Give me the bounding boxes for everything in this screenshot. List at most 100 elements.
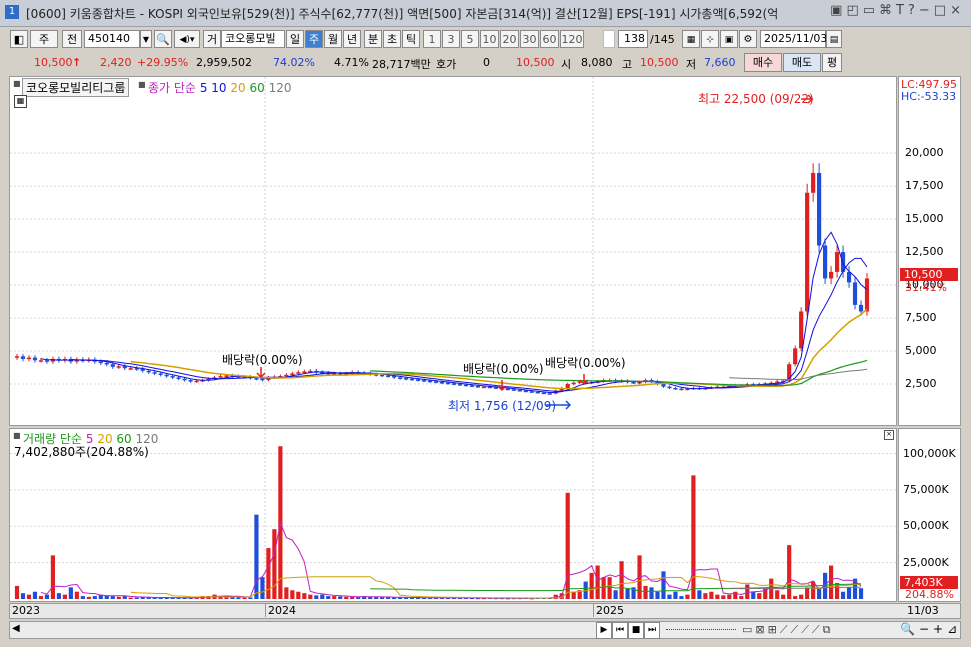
period-day[interactable]: 일 [286,30,304,48]
zoom-slider[interactable] [666,629,736,632]
market-select[interactable]: 주 [30,30,58,48]
price-chart-panel[interactable]: ■ 코오롱모빌리티그룹 ■ 종가 단순 5 10 20 60 120 ▦ 최고 … [9,76,897,426]
font-icon[interactable]: T [896,3,908,18]
georae-button[interactable]: 거 [203,30,221,48]
interval-10[interactable]: 10 [480,30,499,48]
volume-y-axis: 100,000K 75,000K 50,000K 25,000K 7,403K 204… [898,428,961,602]
prev-button[interactable]: 전 [62,30,82,48]
volume-bar [715,594,720,599]
table-toggle-icon[interactable]: ▦ [14,95,27,108]
volume-chart-panel[interactable]: ■ 거래량 단순 5 20 60 120 7,402,880주(204.88%)… [9,428,897,602]
candle-body [409,378,415,381]
last-bar-icon[interactable]: ⏭ [644,622,660,639]
candle-body [128,368,133,370]
volume-bar [14,585,20,599]
price-y-tick-label: 15,000 [905,212,944,226]
interval-60[interactable]: 60 [540,30,559,48]
candle-body [104,362,109,365]
code-dropdown-icon[interactable]: ▼ [140,30,152,48]
link-icon[interactable]: ⌘ [879,3,896,18]
volume-bar [781,594,786,599]
help-icon[interactable]: ? [908,3,919,18]
interval-1[interactable]: 1 [423,30,441,48]
volume-bar [703,593,708,599]
stock-name-tab[interactable]: 코오롱모빌리티그룹 [22,78,130,97]
zoom-controls[interactable]: 🔍−+⊿ [900,622,961,636]
crosshair-icon[interactable]: ⊹ [701,30,719,48]
layout-icon[interactable]: ▣ [830,3,846,18]
volume-y-tick-label: 25,000K [903,555,949,569]
candle-body [481,386,486,389]
candle-body [811,172,816,193]
panel-close-icon[interactable]: × [884,430,894,440]
panel-toggle-icon[interactable]: ◧ [10,30,28,48]
interval-120[interactable]: 120 [560,30,584,48]
stock-code-input[interactable]: 450140 [84,30,140,48]
volume-bar [817,588,822,599]
interval-30[interactable]: 30 [520,30,539,48]
candle-body [817,172,822,246]
chart-scrollbar[interactable]: ◀ ▶ ⏮ ■ ⏭ ▭⊠⊞⟋⟋⟋⟋⧉ 🔍−+⊿ [9,621,961,639]
volume-bar [38,596,44,599]
drawing-tools[interactable]: ▭⊠⊞⟋⟋⟋⟋⧉ [742,623,833,637]
interval-3[interactable]: 3 [442,30,460,48]
candle-body [673,387,678,390]
period-second[interactable]: 초 [383,30,401,48]
bar-count-input[interactable]: 138 [618,30,648,48]
candle-body [834,252,840,272]
search-icon[interactable]: 🔍 [154,30,172,48]
zoom-in-icon[interactable]: + [933,622,947,636]
close-icon[interactable]: × [950,3,965,18]
volume-pct: 74.02% [273,56,315,69]
period-year[interactable]: 년 [343,30,361,48]
maximize-icon[interactable]: □ [934,3,950,18]
price-y-tick-label: 20,000 [905,146,944,160]
pause-icon[interactable]: ■ [628,622,644,639]
stock-name-field[interactable]: 코오롱모빌 [221,30,285,48]
interval-dropdown-icon[interactable] [603,30,615,48]
period-week[interactable]: 주 [305,30,323,48]
volume-bar [152,597,157,599]
price-chart-svg[interactable] [10,77,896,425]
candle-body [457,384,463,386]
zoom-search-icon[interactable]: 🔍 [900,622,919,636]
zoom-fit-icon[interactable]: ⊿ [947,622,961,636]
period-tick[interactable]: 틱 [402,30,420,48]
volume-bar [50,555,56,599]
minimize-icon[interactable]: − [919,3,934,18]
scroll-left-icon[interactable]: ◀ [12,623,20,634]
interval-20[interactable]: 20 [500,30,519,48]
period-month[interactable]: 월 [324,30,342,48]
volume-bar [26,594,32,599]
buy-button[interactable]: 매수 [744,53,782,72]
candle-body [793,348,798,365]
hoga-price: 10,500 [516,56,555,69]
volume-bar [775,590,780,599]
price-y-axis: LC:497.95 HC:-53.33 20,000 17,500 15,000 12… [898,76,961,426]
candle-body [110,364,115,367]
candle-body [415,379,421,381]
window-titlebar: 1 [0600] 키움종합차트 - KOSPI 외국인보유[529(천)] 주식… [0,0,971,27]
volume-bar [811,581,816,599]
scroll-right-icon[interactable]: ▶ [596,622,612,639]
zoom-out-icon[interactable]: − [919,622,933,636]
copy-icon[interactable]: ▭ [863,3,879,18]
period-minute[interactable]: 분 [364,30,382,48]
date-input[interactable]: 2025/11/03 [760,30,827,48]
avg-button[interactable]: 평 [822,53,842,72]
volume-bar [374,597,379,599]
grid-icon[interactable]: ▦ [682,30,700,48]
volume-bar [80,596,85,599]
interval-5[interactable]: 5 [461,30,479,48]
ma-legend[interactable]: 종가 단순 5 10 20 60 120 [148,79,292,96]
first-bar-icon[interactable]: ⏮ [612,622,628,639]
speaker-icon[interactable]: ◀)▾ [174,30,200,48]
floppy-icon[interactable]: ▣ [720,30,738,48]
save-icon[interactable]: ◰ [846,3,862,18]
calendar-icon[interactable]: ▤ [826,30,842,48]
price-y-tick-label: 12,500 [905,245,944,259]
sell-button[interactable]: 매도 [783,53,821,72]
settings-icon[interactable]: ⚙ [739,30,757,48]
volume-ma-line-5 [40,521,862,599]
candle-body [403,378,409,380]
